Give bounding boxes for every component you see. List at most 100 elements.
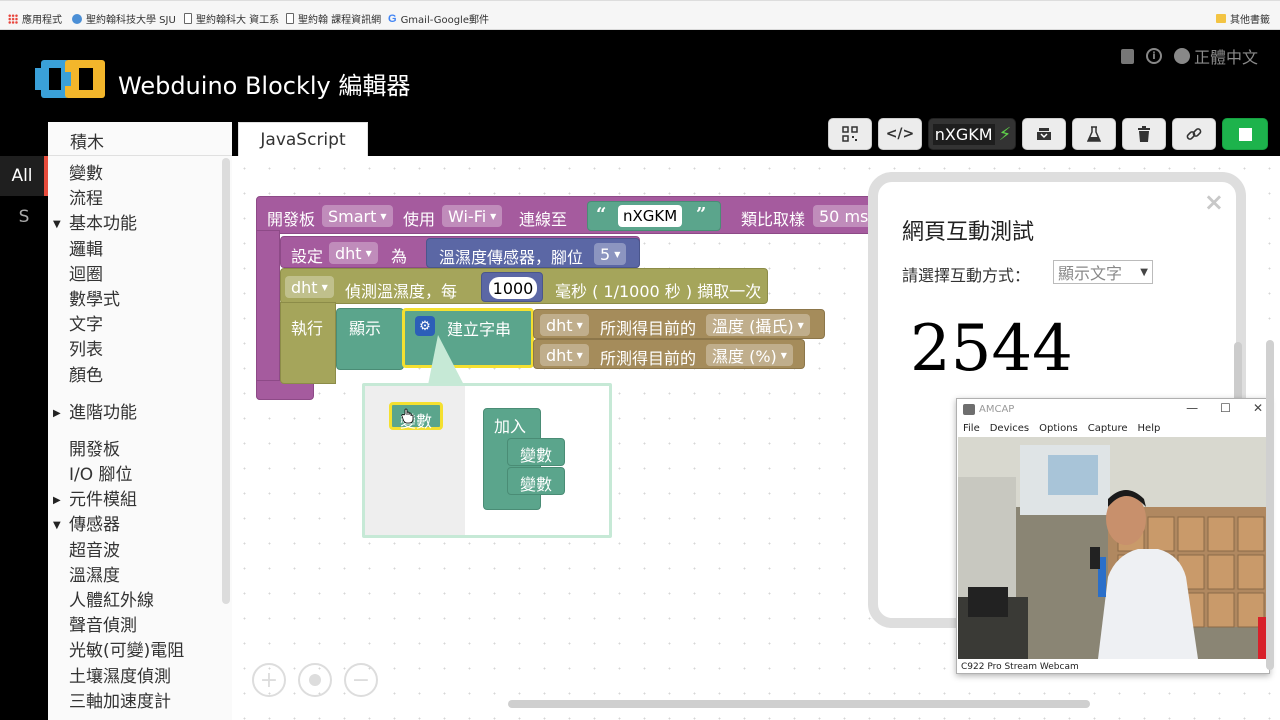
flask-button[interactable] [1072, 118, 1116, 150]
interval-number-block[interactable]: 1000 [481, 272, 543, 302]
bookmark-apps[interactable]: 應用程式 [8, 11, 62, 26]
trash-button[interactable] [1122, 118, 1166, 150]
caret-right-icon[interactable]: ▶ [53, 401, 61, 426]
caret-down-icon[interactable]: ▼ [53, 212, 61, 237]
toolbox-item[interactable]: 聲音偵測 [48, 614, 232, 639]
toolbox-item[interactable]: ▼ 傳感器 [48, 513, 232, 538]
chevron-down-icon: ▼ [576, 320, 583, 330]
show-block[interactable]: 顯示 [336, 308, 404, 370]
set-variable-block[interactable]: 設定 dht ▼ 為 溫濕度傳感器，腳位 5 ▼ [280, 236, 640, 268]
category-all[interactable]: All [0, 156, 48, 196]
bookmark-course[interactable]: 聖約翰 課程資訊網 [286, 11, 381, 26]
toolbox-item[interactable]: 文字 [48, 313, 232, 338]
bookmark-csie[interactable]: 聖約翰科大 資工系 [184, 11, 279, 26]
device-connect-button[interactable]: nXGKM ⚡ [928, 118, 1016, 150]
bookmark-gmail[interactable]: G Gmail-Google郵件 [388, 11, 489, 27]
interaction-mode-select[interactable]: 顯示文字 ▼ [1053, 260, 1153, 284]
detect-block[interactable]: dht ▼ 偵測溫濕度，每 1000 毫秒 ( 1/1000 秒 ) 擷取一次 [280, 268, 768, 304]
target-icon [309, 674, 321, 686]
screen: 應用程式 聖約翰科技大學 SJU 聖約翰科大 資工系 聖約翰 課程資訊網 G G… [0, 0, 1280, 720]
bookmark-label: 聖約翰科大 資工系 [196, 15, 280, 26]
zoom-reset-button[interactable] [298, 663, 332, 697]
toolbox-item[interactable]: ▼ 基本功能 [48, 212, 232, 237]
mutator-variable-block[interactable]: 變數 [389, 402, 443, 431]
caret-right-icon[interactable]: ▶ [53, 488, 61, 513]
toolbox-item[interactable]: 超音波 [48, 539, 232, 564]
interval-field[interactable]: 1000 [489, 277, 537, 299]
menu-file[interactable]: File [963, 423, 980, 434]
humid-variable-dropdown[interactable]: dht ▼ [540, 344, 589, 366]
toolbox-item[interactable]: 土壤濕度偵測 [48, 665, 232, 690]
mutator-item-block[interactable]: 變數 [507, 467, 565, 495]
workspace-horizontal-scrollbar[interactable] [508, 700, 1090, 708]
close-icon[interactable]: ✕ [1253, 401, 1263, 415]
connection-dropdown[interactable]: Wi-Fi ▼ [442, 205, 503, 227]
toolbox-item[interactable]: 列表 [48, 338, 232, 363]
sampling-dropdown[interactable]: 50 ms [813, 205, 875, 227]
pin-dropdown[interactable]: 5 ▼ [594, 243, 627, 265]
close-icon[interactable]: × [1204, 188, 1224, 216]
toolbox-item[interactable]: 迴圈 [48, 263, 232, 288]
code-button[interactable]: </> [878, 118, 922, 150]
minimize-icon[interactable]: — [1186, 401, 1198, 415]
menu-options[interactable]: Options [1039, 423, 1078, 434]
toolbox-item[interactable]: 邏輯 [48, 238, 232, 263]
sampling-value: 50 ms [819, 206, 869, 226]
board-type-dropdown[interactable]: Smart ▼ [322, 205, 393, 227]
stop-button[interactable] [1222, 118, 1268, 150]
toolbox-item[interactable]: 顏色 [48, 364, 232, 389]
webduino-logo [35, 60, 105, 98]
humidity-block[interactable]: dht ▼ 所測得目前的 濕度 (%) ▼ [533, 339, 805, 369]
language-switch[interactable]: 正體中文 [1173, 44, 1258, 68]
bookmark-label: 聖約翰 課程資訊網 [298, 15, 382, 26]
toolbox-item[interactable]: ▶ 元件模組 [48, 488, 232, 513]
settings-icon[interactable]: ⚙ [415, 316, 435, 336]
menu-devices[interactable]: Devices [990, 423, 1029, 434]
workspace-vertical-scrollbar[interactable] [1266, 340, 1274, 670]
toolbox-item-label: 列表 [69, 340, 103, 361]
caret-down-icon[interactable]: ▼ [53, 513, 61, 538]
document-icon[interactable] [1120, 48, 1134, 64]
link-button[interactable] [1172, 118, 1216, 150]
text-block[interactable]: “ nXGKM ” [587, 201, 721, 231]
toolbox-item[interactable]: 開發板 [48, 438, 232, 463]
menu-help[interactable]: Help [1138, 423, 1161, 434]
category-s[interactable]: S [0, 202, 48, 232]
toolbox-item[interactable]: 數學式 [48, 288, 232, 313]
humid-field-dropdown[interactable]: 濕度 (%) ▼ [706, 344, 793, 366]
menu-capture[interactable]: Capture [1088, 423, 1128, 434]
toolbox-item[interactable]: 人體紅外線 [48, 589, 232, 614]
qr-code-button[interactable] [828, 118, 872, 150]
detect-label: 偵測溫濕度，每 [345, 282, 458, 301]
toolbox-item[interactable]: ▶ 進階功能 [48, 401, 232, 426]
toolbox-item[interactable]: 溫濕度 [48, 564, 232, 589]
toolbox-item[interactable]: I/O 腳位 [48, 463, 232, 488]
mutator-item-block[interactable]: 變數 [507, 438, 565, 466]
zoom-in-button[interactable]: + [252, 663, 286, 697]
detect-block-body: 執行 [280, 302, 336, 384]
temperature-block[interactable]: dht ▼ 所測得目前的 溫度 (攝氏) ▼ [533, 309, 825, 339]
variable-value: dht [546, 315, 573, 335]
create-string-block[interactable]: ⚙ 建立字串 [402, 308, 534, 368]
tab-javascript[interactable]: JavaScript [238, 122, 368, 156]
sensor-block[interactable]: 溫濕度傳感器，腳位 5 ▼ [426, 238, 640, 268]
zoom-out-button[interactable]: − [344, 663, 378, 697]
download-button[interactable] [1022, 118, 1066, 150]
toolbox-item[interactable]: 流程 [48, 187, 232, 212]
device-id-field[interactable]: nXGKM [618, 205, 683, 227]
temp-field-dropdown[interactable]: 溫度 (攝氏) ▼ [706, 314, 810, 336]
detect-variable-dropdown[interactable]: dht ▼ [285, 276, 334, 298]
temp-variable-dropdown[interactable]: dht ▼ [540, 314, 589, 336]
chevron-down-icon: ▼ [380, 211, 387, 221]
bookmark-sju[interactable]: 聖約翰科技大學 SJU [72, 11, 176, 26]
toolbox-scrollbar[interactable] [222, 158, 230, 604]
variable-dropdown[interactable]: dht ▼ [329, 242, 378, 264]
toolbox-item[interactable]: 變數 [48, 162, 232, 187]
toolbox-list: 變數 流程 ▼ 基本功能 邏輯 迴圈 數學式 文字 列表顏色 ▶ 進階功能開發板 I/O 腳位 ▶ 元件模… [48, 162, 232, 715]
toolbox-item[interactable]: 三軸加速度計 [48, 690, 232, 715]
maximize-icon[interactable]: ☐ [1220, 401, 1231, 415]
info-icon[interactable]: i [1145, 48, 1162, 64]
bookmark-other[interactable]: 其他書籤 [1216, 11, 1270, 26]
connect-to-label: 連線至 [519, 210, 568, 229]
toolbox-item[interactable]: 光敏(可變)電阻 [48, 639, 232, 664]
